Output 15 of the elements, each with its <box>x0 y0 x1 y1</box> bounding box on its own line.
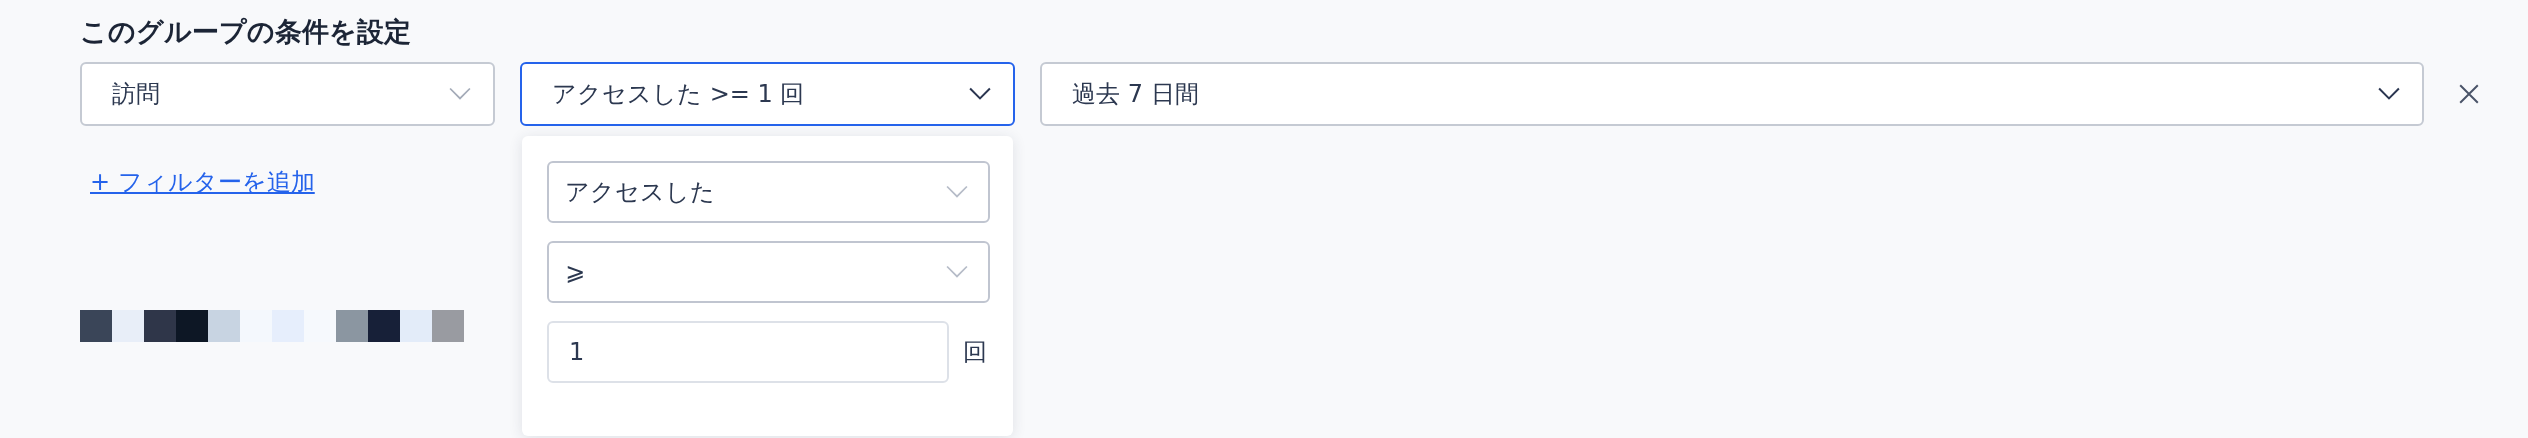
chevron-down-icon <box>946 265 968 279</box>
chevron-down-icon <box>2378 87 2400 101</box>
section-heading: このグループの条件を設定 <box>80 15 412 49</box>
period-dropdown[interactable]: 過去 7 日間 <box>1040 62 2424 126</box>
operator-dropdown[interactable]: ⩾ <box>547 241 990 303</box>
action-dropdown[interactable]: アクセスした <box>547 161 990 223</box>
event-dropdown[interactable]: 訪問 <box>80 62 495 126</box>
unit-label: 回 <box>963 337 987 368</box>
add-filter-link[interactable]: + フィルターを追加 <box>90 166 315 198</box>
count-input[interactable]: 1 <box>547 321 949 383</box>
condition-dropdown[interactable]: アクセスした >= 1 回 <box>520 62 1015 126</box>
close-icon <box>2458 83 2480 105</box>
chevron-down-icon <box>969 87 991 101</box>
chevron-down-icon <box>946 185 968 199</box>
chevron-down-icon <box>449 87 471 101</box>
